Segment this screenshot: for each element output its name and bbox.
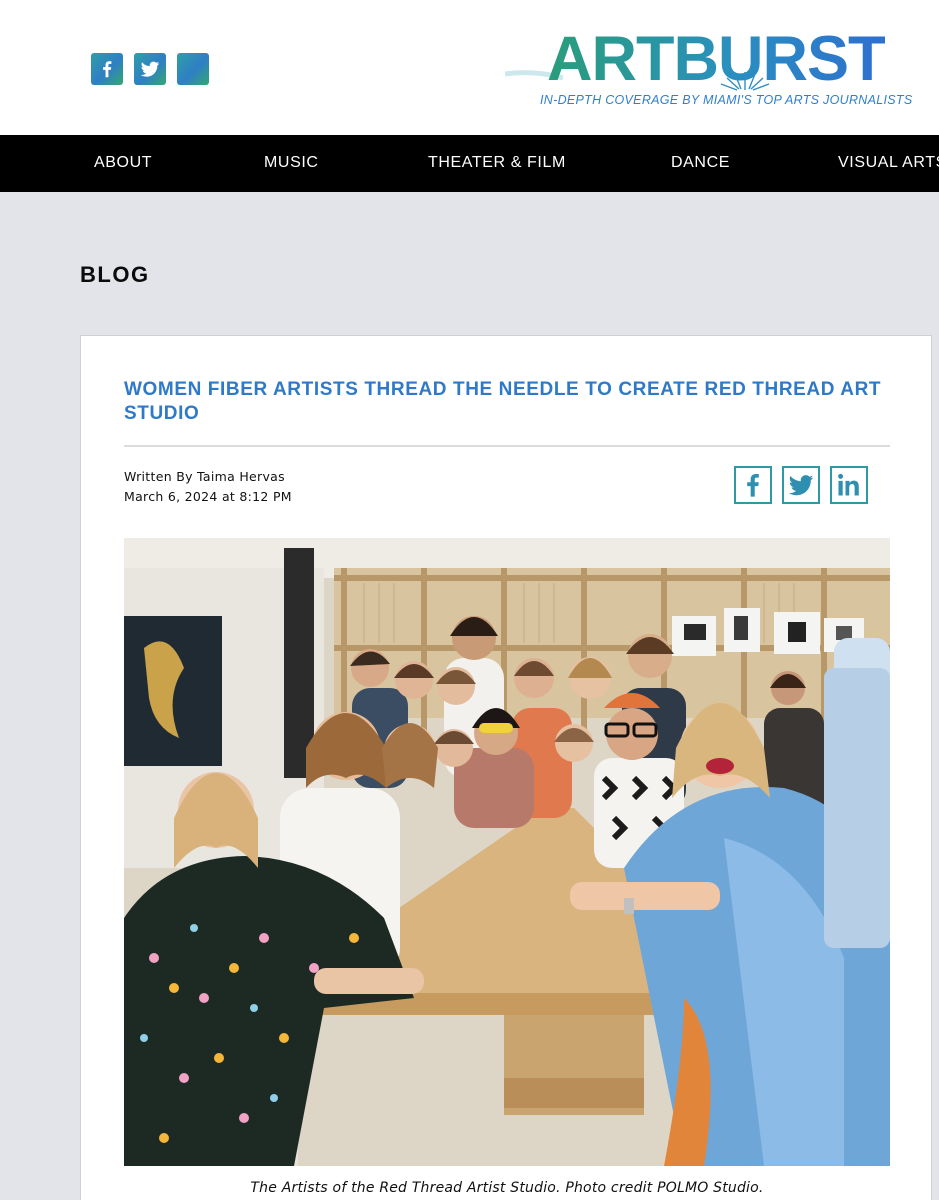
site-header: ARTBURST IN-DEPTH COVERAGE BY MIAMI'S TO… <box>0 0 939 135</box>
twitter-icon[interactable] <box>134 53 166 85</box>
author-line: Written By Taima Hervas <box>124 469 285 484</box>
article-title[interactable]: WOMEN FIBER ARTISTS THREAD THE NEEDLE TO… <box>124 378 904 426</box>
logo-tagline: IN-DEPTH COVERAGE BY MIAMI'S TOP ARTS JO… <box>540 93 913 107</box>
publish-date: March 6, 2024 at 8:12 PM <box>124 489 292 504</box>
main-nav: ABOUT MUSIC THEATER & FILM DANCE VISUAL … <box>0 135 939 192</box>
instagram-icon[interactable] <box>177 53 209 85</box>
title-divider <box>124 445 890 447</box>
nav-item-music[interactable]: MUSIC <box>264 154 319 172</box>
header-social-links <box>91 53 209 85</box>
photo-caption: The Artists of the Red Thread Artist Stu… <box>250 1180 764 1196</box>
share-linkedin-button[interactable] <box>830 466 868 504</box>
nav-item-theater-film[interactable]: THEATER & FILM <box>428 154 566 172</box>
share-facebook-button[interactable] <box>734 466 772 504</box>
logo-sunburst-icon <box>720 72 770 91</box>
article-card: WOMEN FIBER ARTISTS THREAD THE NEEDLE TO… <box>80 335 932 1200</box>
facebook-icon <box>747 474 759 497</box>
twitter-icon <box>788 475 814 496</box>
section-heading: BLOG <box>80 262 150 287</box>
linkedin-icon <box>838 473 859 496</box>
facebook-icon[interactable] <box>91 53 123 85</box>
share-twitter-button[interactable] <box>782 466 820 504</box>
group-photo-image <box>124 538 890 1166</box>
artburst-logo[interactable]: ARTBURST IN-DEPTH COVERAGE BY MIAMI'S TO… <box>505 26 912 116</box>
article-photo[interactable] <box>124 538 890 1166</box>
nav-item-dance[interactable]: DANCE <box>671 154 730 172</box>
article-byline: Written By Taima Hervas March 6, 2024 at… <box>124 467 292 507</box>
share-buttons <box>734 466 868 504</box>
nav-item-visual-arts[interactable]: VISUAL ARTS <box>838 154 939 172</box>
nav-item-about[interactable]: ABOUT <box>94 154 152 172</box>
